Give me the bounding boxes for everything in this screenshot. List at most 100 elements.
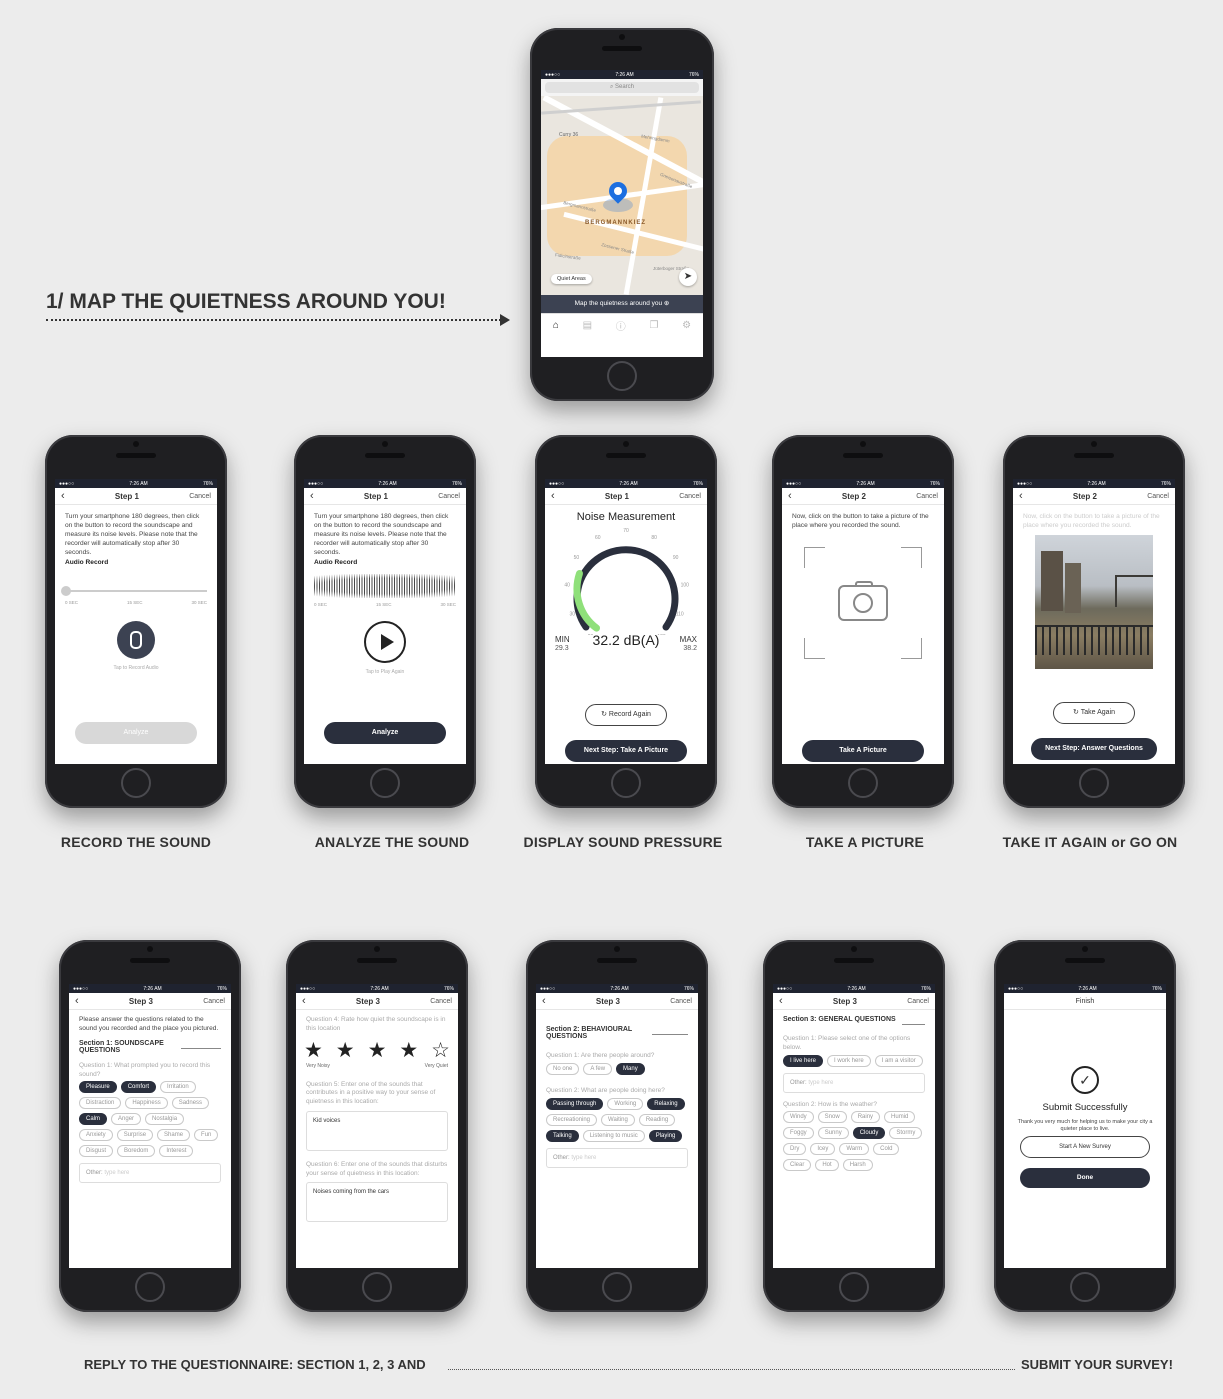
cancel-button[interactable]: Cancel bbox=[679, 493, 701, 500]
chip-option[interactable]: Windy bbox=[783, 1111, 814, 1124]
done-button[interactable]: Done bbox=[1020, 1168, 1150, 1188]
recorder-progress[interactable] bbox=[61, 586, 207, 597]
chip-option[interactable]: Rainy bbox=[850, 1111, 881, 1124]
info-icon[interactable]: ⓘ bbox=[616, 318, 626, 333]
cancel-button[interactable]: Cancel bbox=[203, 998, 225, 1005]
cancel-button[interactable]: Cancel bbox=[430, 998, 452, 1005]
star-empty-icon[interactable]: ☆ bbox=[431, 1038, 450, 1063]
chip-option[interactable]: Stormy bbox=[889, 1127, 923, 1140]
other-input[interactable]: Other: type here bbox=[783, 1072, 925, 1093]
chip-option[interactable]: Surprise bbox=[116, 1129, 154, 1142]
back-icon[interactable]: ‹ bbox=[542, 995, 546, 1007]
map-quietness-banner[interactable]: Map the quietness around you ⊕ bbox=[541, 295, 703, 313]
take-again-button[interactable]: ↻ Take Again bbox=[1053, 702, 1135, 724]
take-picture-button[interactable]: Take A Picture bbox=[802, 740, 924, 762]
chip-option[interactable]: I work here bbox=[827, 1054, 871, 1067]
chip-option[interactable]: Pleasure bbox=[79, 1081, 117, 1094]
play-button[interactable] bbox=[364, 621, 406, 664]
back-icon[interactable]: ‹ bbox=[779, 995, 783, 1007]
map-view[interactable]: Curry 36 BERGMANNKIEZ Bergmannstraße Fid… bbox=[541, 96, 703, 295]
chip-option[interactable]: Playing bbox=[648, 1129, 683, 1142]
chip-option[interactable]: Boredom bbox=[117, 1145, 156, 1158]
star-filled-icon[interactable]: ★ bbox=[399, 1038, 418, 1063]
waveform[interactable] bbox=[314, 574, 456, 599]
chip-option[interactable]: Comfort bbox=[120, 1081, 157, 1094]
star-filled-icon[interactable]: ★ bbox=[336, 1038, 355, 1063]
cancel-button[interactable]: Cancel bbox=[916, 493, 938, 500]
star-filled-icon[interactable]: ★ bbox=[368, 1038, 387, 1063]
locate-me-icon[interactable]: ➤ bbox=[679, 268, 697, 286]
chip-option[interactable]: Snow bbox=[817, 1111, 847, 1124]
next-take-picture-button[interactable]: Next Step: Take A Picture bbox=[565, 740, 687, 762]
chip-option[interactable]: I am a visitor bbox=[874, 1054, 923, 1067]
chip-option[interactable]: Sunny bbox=[817, 1127, 849, 1140]
back-icon[interactable]: ‹ bbox=[75, 995, 79, 1007]
chip-option[interactable]: Relaxing bbox=[647, 1097, 685, 1110]
chip-option[interactable]: Talking bbox=[546, 1129, 579, 1142]
other-input[interactable]: Other: type here bbox=[79, 1163, 221, 1184]
chip-option[interactable]: A few bbox=[583, 1062, 613, 1075]
back-icon[interactable]: ‹ bbox=[61, 490, 65, 502]
chip-option[interactable]: Cold bbox=[873, 1143, 900, 1156]
cancel-button[interactable]: Cancel bbox=[1147, 493, 1169, 500]
cancel-button[interactable]: Cancel bbox=[189, 493, 211, 500]
chip-option[interactable]: Anger bbox=[111, 1113, 142, 1126]
chip-option[interactable]: Sadness bbox=[171, 1097, 210, 1110]
chip-option[interactable]: Clear bbox=[783, 1159, 812, 1172]
chip-option[interactable]: Fun bbox=[194, 1129, 219, 1142]
back-icon[interactable]: ‹ bbox=[551, 490, 555, 502]
chip-option[interactable]: Icey bbox=[810, 1143, 836, 1156]
back-icon[interactable]: ‹ bbox=[788, 490, 792, 502]
disturbing-sound-input[interactable]: Noises coming from the cars bbox=[306, 1182, 448, 1223]
chip-option[interactable]: Listening to music bbox=[582, 1129, 645, 1142]
settings-icon[interactable]: ⚙ bbox=[682, 320, 691, 331]
home-icon[interactable]: ⌂ bbox=[553, 320, 559, 331]
cancel-button[interactable]: Cancel bbox=[438, 493, 460, 500]
chip-option[interactable]: Happiness bbox=[125, 1097, 168, 1110]
search-bar[interactable]: ⌕ Search bbox=[541, 79, 703, 96]
chip-option[interactable]: Recreationing bbox=[546, 1113, 598, 1126]
analyze-button-disabled[interactable]: Analyze bbox=[75, 722, 197, 744]
cancel-button[interactable]: Cancel bbox=[670, 998, 692, 1005]
analyze-button[interactable]: Analyze bbox=[324, 722, 446, 744]
chip-option[interactable]: Cloudy bbox=[852, 1127, 886, 1140]
chip-option[interactable]: No one bbox=[546, 1062, 580, 1075]
chip-option[interactable]: Disgust bbox=[79, 1145, 114, 1158]
positive-sound-input[interactable]: Kid voices bbox=[306, 1110, 448, 1151]
next-answer-questions-button[interactable]: Next Step: Answer Questions bbox=[1031, 738, 1157, 760]
chat-icon[interactable]: ❐ bbox=[649, 320, 658, 331]
cancel-button[interactable]: Cancel bbox=[907, 998, 929, 1005]
chip-option[interactable]: I live here bbox=[783, 1054, 824, 1067]
chip-option[interactable]: Foggy bbox=[783, 1127, 814, 1140]
chip-option[interactable]: Passing through bbox=[546, 1097, 604, 1110]
captured-photo[interactable] bbox=[1035, 534, 1153, 669]
chip-option[interactable]: Working bbox=[607, 1097, 644, 1110]
chip-option[interactable]: Calm bbox=[79, 1113, 108, 1126]
chip-option[interactable]: Many bbox=[616, 1062, 645, 1075]
record-again-button[interactable]: ↻ Record Again bbox=[585, 704, 667, 726]
start-new-survey-button[interactable]: Start A New Survey bbox=[1020, 1136, 1150, 1158]
back-icon[interactable]: ‹ bbox=[310, 490, 314, 502]
camera-frame[interactable] bbox=[804, 546, 922, 659]
chip-option[interactable]: Reading bbox=[638, 1113, 676, 1126]
chip-option[interactable]: Shame bbox=[157, 1129, 191, 1142]
chip-option[interactable]: Interest bbox=[159, 1145, 194, 1158]
chip-option[interactable]: Humid bbox=[884, 1111, 916, 1124]
chip-option[interactable]: Distraction bbox=[79, 1097, 122, 1110]
chip-option[interactable]: Warm bbox=[839, 1143, 870, 1156]
chip-option[interactable]: Nostalgia bbox=[145, 1113, 185, 1126]
chip-option[interactable]: Waiting bbox=[601, 1113, 635, 1126]
chip-option[interactable]: Irritation bbox=[160, 1081, 196, 1094]
chip-option[interactable]: Dry bbox=[783, 1143, 807, 1156]
star-rating[interactable]: ★ ★ ★ ★ ☆ bbox=[296, 1038, 458, 1063]
inbox-icon[interactable]: ▤ bbox=[583, 320, 592, 331]
back-icon[interactable]: ‹ bbox=[302, 995, 306, 1007]
quiet-areas-button[interactable]: Quiet Areas bbox=[551, 274, 592, 284]
other-input[interactable]: Other: type here bbox=[546, 1147, 688, 1168]
chip-option[interactable]: Anxiety bbox=[79, 1129, 113, 1142]
star-filled-icon[interactable]: ★ bbox=[304, 1038, 323, 1063]
chip-option[interactable]: Harsh bbox=[842, 1159, 873, 1172]
progress-knob[interactable] bbox=[61, 586, 71, 597]
chip-option[interactable]: Hot bbox=[815, 1159, 839, 1172]
back-icon[interactable]: ‹ bbox=[1019, 490, 1023, 502]
